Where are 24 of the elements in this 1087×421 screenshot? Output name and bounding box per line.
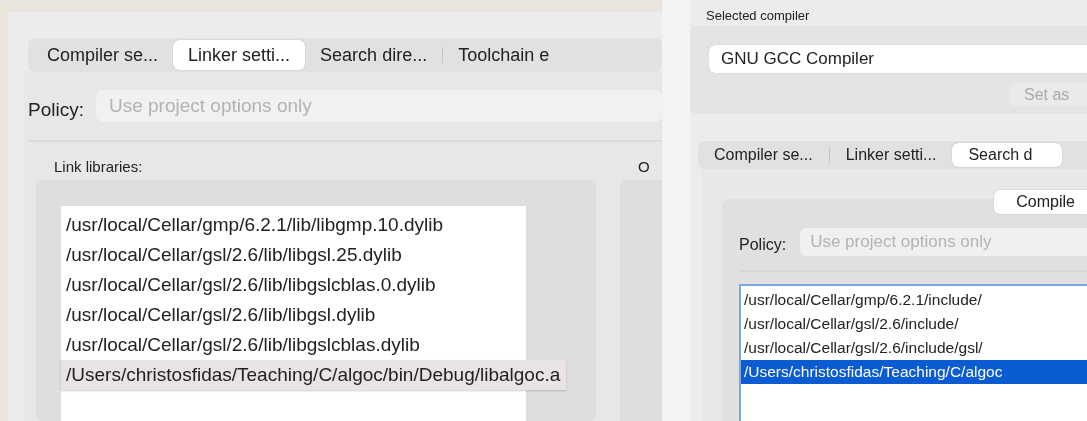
tab[interactable]: Toolchain e	[443, 38, 565, 72]
library-item[interactable]: /usr/local/Cellar/gsl/2.6/lib/libgslcblas.dylib	[61, 330, 526, 360]
directory-item[interactable]: /Users/christosfidas/Teaching/C/algoc	[741, 360, 1087, 384]
library-item[interactable]: /Users/christosfidas/Teaching/C/algoc/bin/Debug/libalgoc.a	[61, 360, 567, 390]
library-item[interactable]: /usr/local/Cellar/gsl/2.6/lib/libgslcblas.0.dylib	[61, 270, 526, 300]
tab[interactable]: Search dire...	[305, 38, 443, 72]
library-item[interactable]: /usr/local/Cellar/gsl/2.6/lib/libgsl.dylib	[61, 300, 526, 330]
tab[interactable]: Compile	[994, 190, 1087, 214]
library-item[interactable]: /usr/local/Cellar/gsl/2.6/lib/libgsl.25.dylib	[61, 240, 526, 270]
tab[interactable]: Linker setti...	[173, 40, 306, 70]
link-libraries-label: Link libraries:	[54, 158, 144, 175]
compiler-dropdown[interactable]: GNU GCC Compiler	[709, 45, 1087, 73]
tab[interactable]: Linker setti...	[829, 141, 953, 169]
policy-label: Policy:	[28, 99, 84, 121]
tab[interactable]: Compiler se...	[698, 141, 829, 169]
tab[interactable]: Search d	[952, 143, 1063, 167]
options-label: O	[638, 158, 651, 175]
directory-item[interactable]: /usr/local/Cellar/gmp/6.2.1/include/	[741, 288, 1087, 312]
tab[interactable]: Compiler se...	[32, 38, 174, 72]
selected-compiler-label: Selected compiler	[706, 8, 811, 23]
directory-item[interactable]: /usr/local/Cellar/gsl/2.6/include/	[741, 312, 1087, 336]
library-item[interactable]: /usr/local/Cellar/gmp/6.2.1/lib/libgmp.10.dylib	[61, 210, 526, 240]
directory-item[interactable]: /usr/local/Cellar/gsl/2.6/include/gsl/	[741, 336, 1087, 360]
policy-label: Policy:	[739, 236, 787, 254]
